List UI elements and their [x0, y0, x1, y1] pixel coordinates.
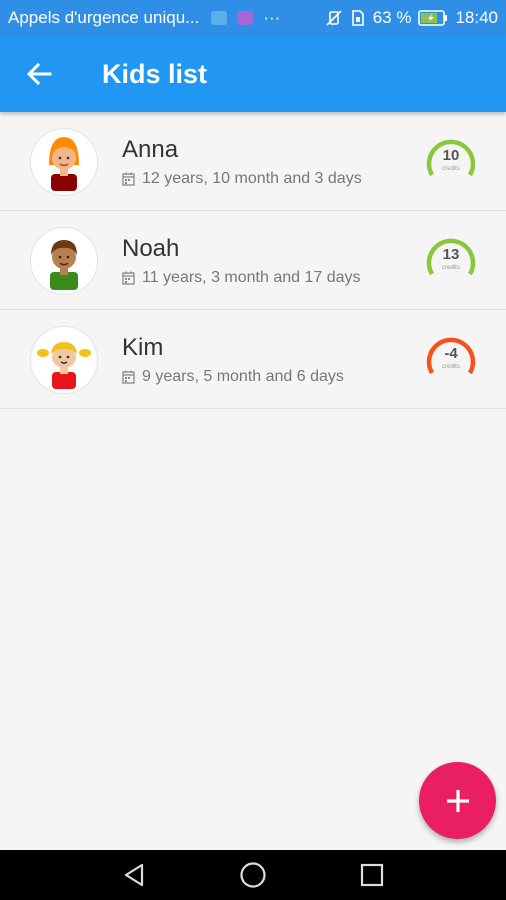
status-right: 63 % 18:40	[325, 8, 498, 28]
credits-label: credits	[442, 364, 460, 370]
page-title: Kids list	[102, 58, 208, 89]
kid-name: Anna	[122, 136, 179, 163]
calendar-icon	[122, 370, 135, 384]
girl-pigtails-icon	[30, 326, 98, 394]
kid-age: 12 years, 10 month and 3 days	[122, 170, 362, 188]
back-button[interactable]	[19, 54, 59, 94]
kid-age-text: 12 years, 10 month and 3 days	[142, 170, 362, 187]
add-kid-button[interactable]	[419, 762, 496, 839]
battery-charging-icon	[418, 10, 448, 26]
more-notifications-icon: ···	[263, 8, 281, 27]
status-bar: Appels d'urgence uniqu... ··· 63 % 18:40	[0, 0, 506, 36]
vibrate-off-icon	[326, 10, 342, 26]
kid-age: 9 years, 5 month and 6 days	[122, 368, 344, 386]
calendar-icon	[122, 172, 135, 186]
credits-value: 13	[442, 246, 460, 263]
plus-icon	[446, 789, 469, 812]
notification-text: Appels d'urgence uniqu...	[8, 8, 200, 27]
kid-name: Kim	[122, 334, 164, 361]
nav-back-button[interactable]	[114, 855, 154, 895]
boy-brown-hair-icon	[30, 227, 98, 295]
nav-recents-button[interactable]	[352, 855, 392, 895]
credits-badge: 13 credits	[424, 234, 478, 288]
home-circle-icon	[240, 862, 266, 888]
app-bar: Kids list	[0, 36, 506, 112]
recents-square-icon	[360, 863, 383, 887]
kid-name: Noah	[122, 235, 180, 262]
sim-icon	[351, 10, 364, 26]
girl-orange-hair-icon	[30, 128, 98, 196]
clock: 18:40	[455, 8, 498, 27]
app-notification-icon	[211, 11, 228, 25]
status-app-icons: ···	[211, 8, 280, 28]
arrow-left-icon	[26, 62, 52, 86]
calendar-icon	[122, 271, 135, 285]
credits-badge: 10 credits	[424, 135, 478, 189]
nav-home-button[interactable]	[233, 855, 273, 895]
kid-row-anna[interactable]: Anna 12 years, 10 month and 3 days 10 cr…	[0, 112, 506, 211]
credits-label: credits	[442, 265, 460, 271]
app-notification-icon	[237, 11, 254, 25]
system-nav-bar	[0, 850, 506, 900]
kid-row-kim[interactable]: Kim 9 years, 5 month and 6 days -4 credi…	[0, 310, 506, 409]
credits-badge: -4 credits	[424, 333, 478, 387]
kids-list: Anna 12 years, 10 month and 3 days 10 cr…	[0, 112, 506, 409]
battery-percent: 63 %	[372, 8, 412, 27]
kid-age-text: 11 years, 3 month and 17 days	[142, 269, 361, 286]
credits-value: -4	[444, 345, 458, 362]
credits-value: 10	[442, 147, 460, 164]
kid-row-noah[interactable]: Noah 11 years, 3 month and 17 days 13 cr…	[0, 211, 506, 310]
credits-label: credits	[442, 166, 460, 172]
kid-age: 11 years, 3 month and 17 days	[122, 269, 361, 287]
kid-age-text: 9 years, 5 month and 6 days	[142, 368, 344, 385]
back-triangle-icon	[125, 863, 144, 887]
